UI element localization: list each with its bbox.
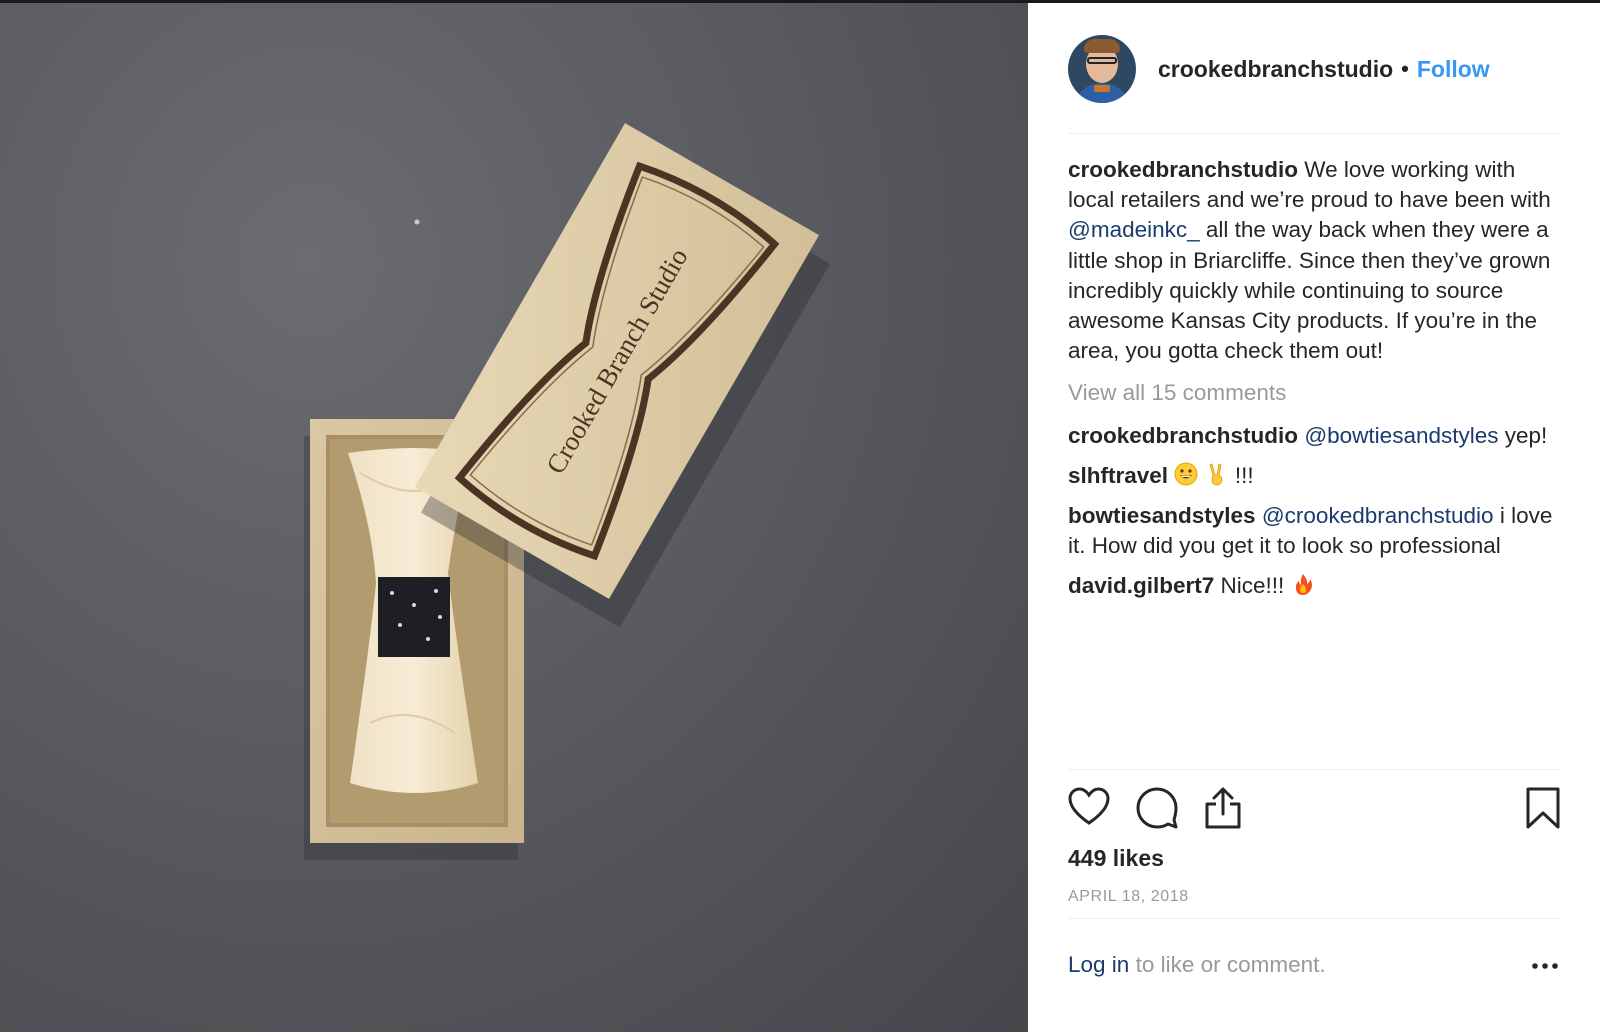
fire-emoji xyxy=(1295,574,1312,596)
actions-divider xyxy=(1068,769,1560,770)
footer-divider xyxy=(1068,918,1560,919)
post-date: APRIL 18, 2018 xyxy=(1068,888,1189,905)
login-suffix: to like or comment. xyxy=(1129,952,1326,977)
more-options-icon[interactable] xyxy=(1530,952,1560,976)
comment-text: !!! xyxy=(1234,462,1254,488)
comment-username[interactable]: bowtiesandstyles xyxy=(1068,503,1256,528)
comment-item: crookedbranchstudio @bowtiesandstyles ye… xyxy=(1068,421,1560,451)
comment-item: bowtiesandstyles @crookedbranchstudio i … xyxy=(1068,501,1560,561)
comment-text: yep! xyxy=(1498,422,1548,448)
post-photo[interactable]: Crooked Branch Studio xyxy=(0,3,1028,1032)
post-caption: crookedbranchstudio We love working with… xyxy=(1068,155,1560,366)
comment-username[interactable]: crookedbranchstudio xyxy=(1068,423,1298,448)
comment-item: slhftravel !!! xyxy=(1068,461,1560,491)
likes-count[interactable]: 449 likes xyxy=(1068,845,1164,872)
victory-hand-emoji xyxy=(1209,463,1222,486)
comments-section: crookedbranchstudio We love working with… xyxy=(1068,155,1560,612)
action-bar xyxy=(1068,787,1560,831)
view-all-comments-link[interactable]: View all 15 comments xyxy=(1068,378,1560,408)
caption-mention[interactable]: @madeinkc_ xyxy=(1068,217,1200,242)
follow-button[interactable]: Follow xyxy=(1417,56,1490,83)
comment-username[interactable]: david.gilbert7 xyxy=(1068,573,1214,598)
post-author-username[interactable]: crookedbranchstudio xyxy=(1158,56,1393,83)
bowtie-box-illustration: Crooked Branch Studio xyxy=(304,123,831,860)
login-row: Log in to like or comment. xyxy=(1068,952,1560,978)
separator-dot: • xyxy=(1401,56,1409,81)
share-icon[interactable] xyxy=(1204,787,1242,829)
comment-mention[interactable]: @crookedbranchstudio xyxy=(1262,503,1494,528)
avatar[interactable] xyxy=(1068,35,1136,103)
comment-text: Nice!!! xyxy=(1214,573,1291,599)
post-side-panel: crookedbranchstudio • Follow crookedbran… xyxy=(1028,3,1600,1032)
comment-username[interactable]: slhftravel xyxy=(1068,463,1168,488)
grinning-face-emoji xyxy=(1174,462,1198,486)
header-divider xyxy=(1068,133,1560,134)
heart-icon[interactable] xyxy=(1068,787,1110,827)
caption-username[interactable]: crookedbranchstudio xyxy=(1068,157,1298,182)
comment-mention[interactable]: @bowtiesandstyles xyxy=(1304,423,1498,448)
comment-icon[interactable] xyxy=(1136,787,1178,829)
login-link[interactable]: Log in xyxy=(1068,952,1129,977)
post-header: crookedbranchstudio • Follow xyxy=(1068,35,1490,103)
bookmark-icon[interactable] xyxy=(1526,787,1560,829)
comment-item: david.gilbert7 Nice!!! xyxy=(1068,571,1560,601)
